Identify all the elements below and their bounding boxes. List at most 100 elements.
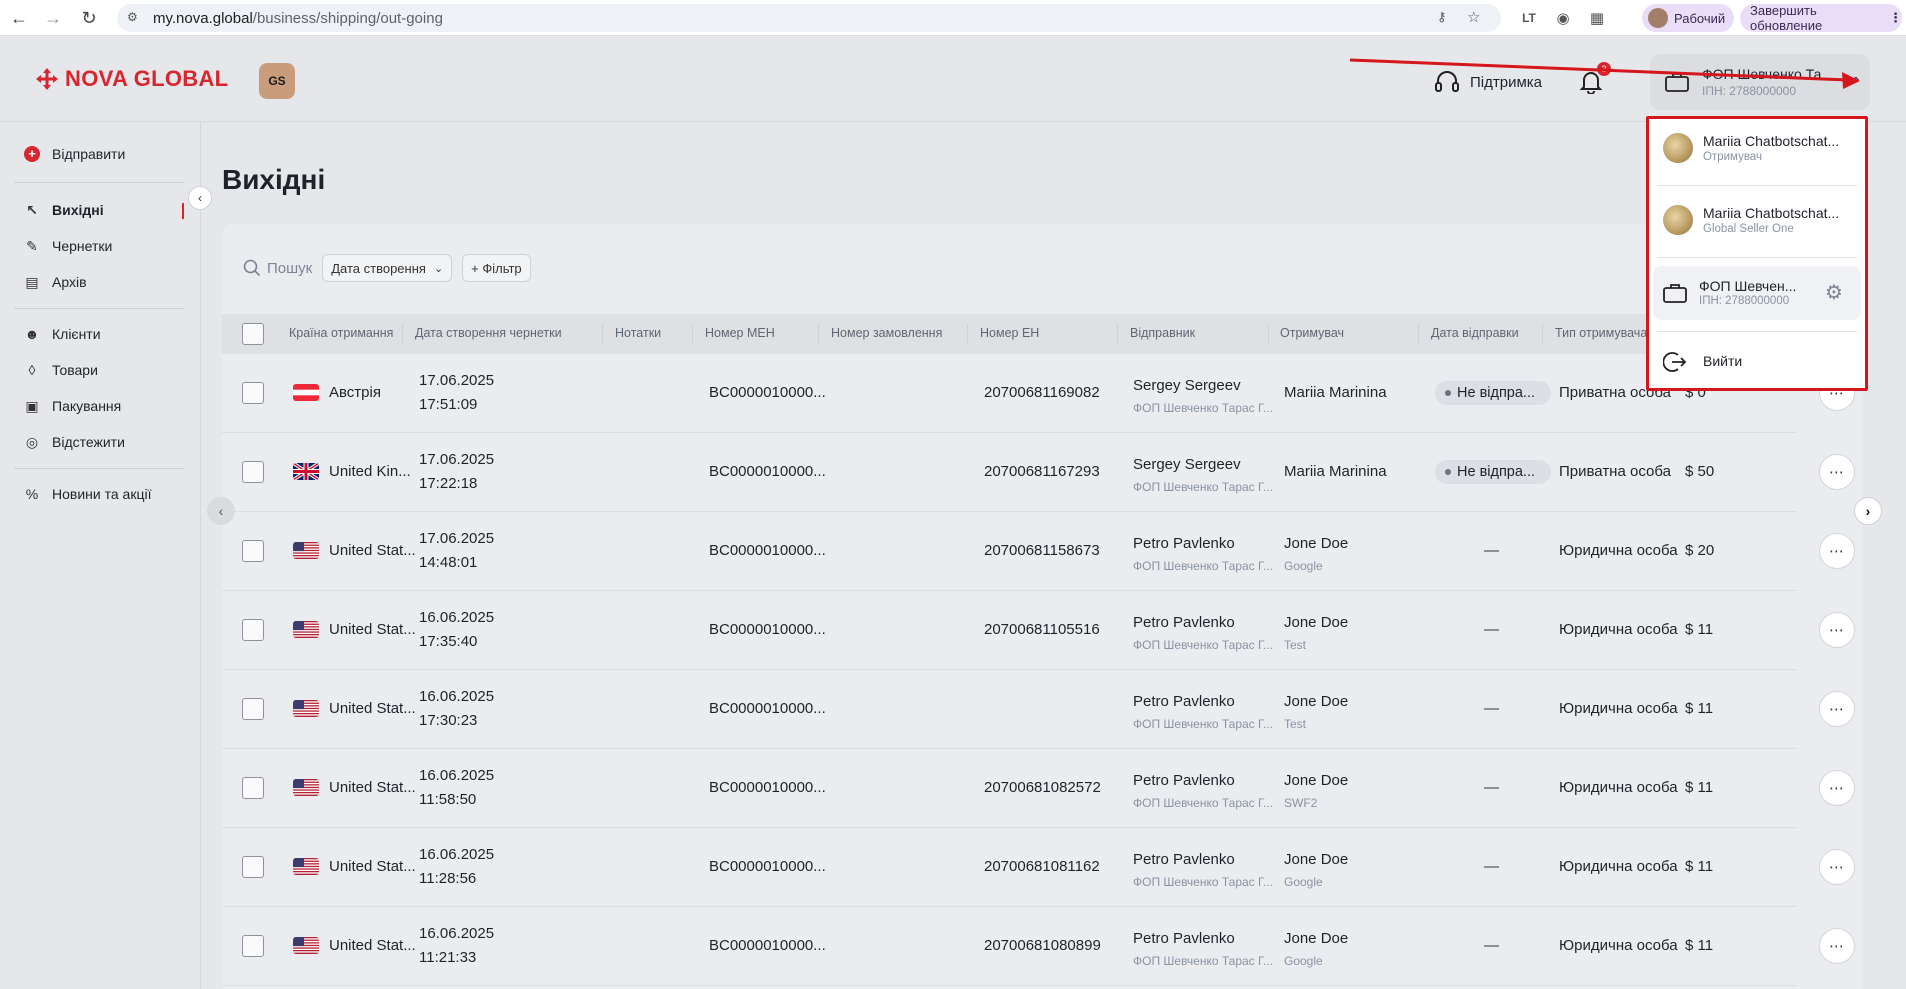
- table-row[interactable]: United Stat... 16.06.2025 11:58:50 BC000001…: [222, 749, 1855, 828]
- sidebar-item-label: Клієнти: [52, 326, 101, 342]
- sidebar-item-send[interactable]: + Відправити: [24, 146, 125, 162]
- scroll-right-button[interactable]: ›: [1854, 497, 1882, 525]
- table-row[interactable]: United Stat... 16.06.2025 11:21:33 BC000001…: [222, 907, 1855, 986]
- account-option-seller[interactable]: Mariia Chatbotschat... Global Seller One: [1657, 203, 1857, 253]
- browser-profile[interactable]: Рабочий: [1642, 4, 1734, 32]
- sidebar-item-label: Відстежити: [52, 434, 125, 450]
- column-header[interactable]: Номер ЕН: [980, 326, 1039, 340]
- men-number[interactable]: BC0000010000...: [709, 779, 826, 796]
- row-actions-button[interactable]: ⋯: [1819, 849, 1855, 885]
- column-header[interactable]: Номер МЕН: [705, 326, 775, 340]
- row-actions-button[interactable]: ⋯: [1819, 770, 1855, 806]
- translate-extension-icon[interactable]: LT: [1515, 4, 1543, 32]
- row-checkbox[interactable]: [242, 540, 264, 562]
- recipient-company: Google: [1284, 875, 1323, 889]
- sidebar-item-label: Архів: [52, 274, 87, 290]
- forward-icon[interactable]: →: [38, 3, 68, 33]
- row-checkbox[interactable]: [242, 777, 264, 799]
- account-switcher[interactable]: ФОП Шевченко Та ІПН: 2788000000 ⌃: [1650, 54, 1870, 110]
- column-header[interactable]: Дата відправки: [1431, 326, 1519, 340]
- created-date: 16.06.2025: [419, 609, 495, 626]
- gear-icon[interactable]: ⚙: [1825, 280, 1843, 305]
- men-number[interactable]: BC0000010000...: [709, 700, 826, 717]
- back-icon[interactable]: ←: [4, 3, 34, 33]
- column-header[interactable]: Дата створення чернетки: [415, 326, 562, 340]
- men-number[interactable]: BC0000010000...: [709, 858, 826, 875]
- created-date: 17.06.2025: [419, 451, 495, 468]
- en-number[interactable]: 20700681105516: [984, 621, 1100, 638]
- sidebar-item-news[interactable]: % Новини та акції: [24, 486, 152, 502]
- table-row[interactable]: Австрія 17.06.2025 17:51:09 BC0000010000...…: [222, 354, 1855, 433]
- en-number[interactable]: 20700681082572: [984, 779, 1101, 796]
- search-input[interactable]: Пошук: [243, 259, 312, 277]
- screenshot-extension-icon[interactable]: ◉: [1549, 4, 1577, 32]
- chevron-left-icon: ‹: [198, 191, 202, 205]
- table-row[interactable]: United Kin... 17.06.2025 17:22:18 BC0000010…: [222, 433, 1855, 512]
- men-number[interactable]: BC0000010000...: [709, 542, 826, 559]
- row-checkbox[interactable]: [242, 698, 264, 720]
- en-number[interactable]: 20700681158673: [984, 542, 1100, 559]
- men-number[interactable]: BC0000010000...: [709, 937, 826, 954]
- column-header[interactable]: Тип отримувача: [1555, 326, 1647, 340]
- sidebar-item-clients[interactable]: ☻ Клієнти: [24, 326, 101, 342]
- row-actions-button[interactable]: ⋯: [1819, 691, 1855, 727]
- sidebar-item-packaging[interactable]: ▣ Пакування: [24, 397, 121, 415]
- sidebar-item-archive[interactable]: ▤ Архів: [24, 274, 87, 291]
- account-option-business[interactable]: ФОП Шевчен... ІПН: 2788000000 ⚙: [1653, 266, 1861, 320]
- collapse-sidebar-button[interactable]: ‹: [188, 186, 212, 210]
- column-header[interactable]: Номер замовлення: [831, 326, 942, 340]
- support-button[interactable]: Підтримка: [1434, 70, 1542, 94]
- sidebar-item-drafts[interactable]: ✎ Чернетки: [24, 238, 112, 255]
- dropdown-divider: [1657, 257, 1857, 258]
- status-label: Не відпра...: [1457, 464, 1536, 480]
- table-row[interactable]: United Stat... 16.06.2025 17:30:23 BC000001…: [222, 670, 1855, 749]
- date-sort-select[interactable]: Дата створення ⌄: [322, 254, 453, 282]
- row-checkbox[interactable]: [242, 619, 264, 641]
- logo[interactable]: NOVA GLOBAL: [35, 66, 228, 92]
- sidebar-item-track[interactable]: ◎ Відстежити: [24, 434, 125, 451]
- account-option-recipient[interactable]: Mariia Chatbotschat... Отримувач: [1657, 131, 1857, 181]
- box-icon: ▣: [25, 397, 39, 414]
- add-filter-button[interactable]: + Фільтр: [462, 254, 531, 282]
- column-header[interactable]: Країна отримання: [289, 326, 393, 340]
- gs-badge[interactable]: GS: [259, 63, 295, 99]
- extensions-icon[interactable]: ▦: [1583, 4, 1611, 32]
- bookmark-star-icon[interactable]: ☆: [1467, 8, 1480, 26]
- column-header[interactable]: Відправник: [1130, 326, 1195, 340]
- en-number[interactable]: 20700681169082: [984, 384, 1100, 401]
- en-number[interactable]: 20700681080899: [984, 937, 1101, 954]
- row-actions-button[interactable]: ⋯: [1819, 928, 1855, 964]
- site-settings-icon[interactable]: ⚙: [127, 10, 138, 24]
- reload-icon[interactable]: ↻: [74, 3, 104, 33]
- url-text[interactable]: my.nova.global/business/shipping/out-goi…: [153, 10, 443, 27]
- row-actions-button[interactable]: ⋯: [1819, 454, 1855, 490]
- select-all-checkbox[interactable]: [242, 323, 264, 345]
- row-checkbox[interactable]: [242, 382, 264, 404]
- row-actions-button[interactable]: ⋯: [1819, 612, 1855, 648]
- men-number[interactable]: BC0000010000...: [709, 384, 826, 401]
- column-header[interactable]: Нотатки: [615, 326, 661, 340]
- password-key-icon[interactable]: ⚷: [1437, 9, 1447, 25]
- men-number[interactable]: BC0000010000...: [709, 621, 826, 638]
- column-header[interactable]: Отримувач: [1280, 326, 1344, 340]
- table-row[interactable]: United Stat... 16.06.2025 11:28:56 BC000001…: [222, 828, 1855, 907]
- row-checkbox[interactable]: [242, 856, 264, 878]
- row-checkbox[interactable]: [242, 461, 264, 483]
- address-bar[interactable]: ⚙ my.nova.global/business/shipping/out-g…: [117, 4, 1501, 32]
- sidebar-item-goods[interactable]: ◊ Товари: [24, 362, 98, 378]
- en-number[interactable]: 20700681081162: [984, 858, 1100, 875]
- recipient-type: Юридична особа: [1559, 542, 1678, 559]
- table-row[interactable]: United Stat... 16.06.2025 17:35:40 BC000001…: [222, 591, 1855, 670]
- table-row[interactable]: United Stat... 17.06.2025 14:48:01 BC000001…: [222, 512, 1855, 591]
- scroll-left-button[interactable]: ‹: [207, 497, 235, 525]
- en-number[interactable]: 20700681167293: [984, 463, 1100, 480]
- row-checkbox[interactable]: [242, 935, 264, 957]
- row-actions-button[interactable]: ⋯: [1819, 533, 1855, 569]
- logout-button[interactable]: Вийти: [1657, 347, 1857, 377]
- sender-name: Sergey Sergeev: [1133, 456, 1241, 473]
- sidebar-item-outgoing[interactable]: ↖ Вихідні: [24, 202, 104, 219]
- men-number[interactable]: BC0000010000...: [709, 463, 826, 480]
- created-time: 14:48:01: [419, 554, 478, 571]
- update-browser-button[interactable]: Завершить обновление ⋮: [1740, 3, 1902, 33]
- sender-name: Petro Pavlenko: [1133, 614, 1235, 631]
